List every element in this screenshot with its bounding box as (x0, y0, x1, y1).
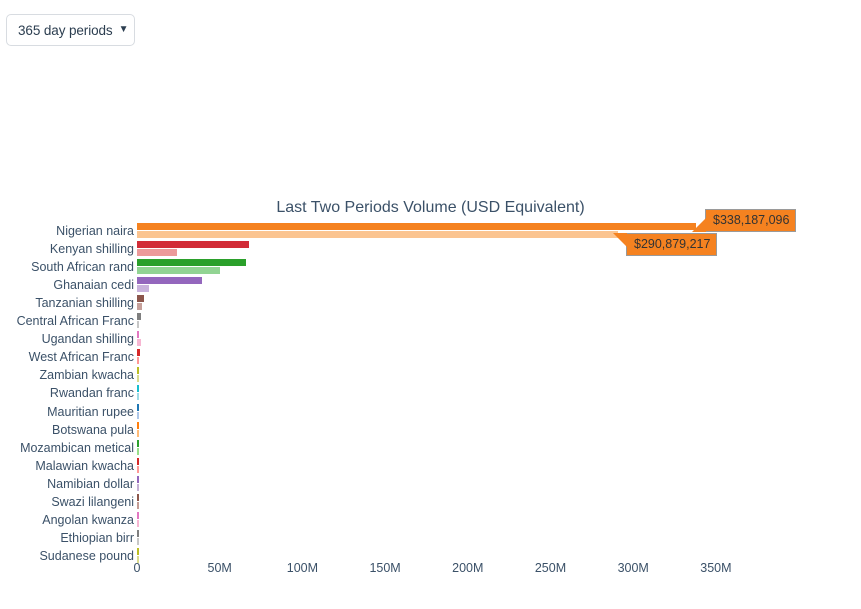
data-label-tooltip-secondary: $290,879,217 (612, 233, 718, 256)
chart-axis-tick-label: 150M (369, 561, 401, 575)
chart-bar-previous-period[interactable] (137, 475, 139, 483)
chart-bar-group[interactable] (137, 529, 749, 547)
chart-category-label: Botswana pula (51, 422, 134, 437)
chart-bar-latest-period[interactable] (137, 501, 139, 509)
chart-bar-previous-period[interactable] (137, 511, 139, 519)
chart-bar-latest-period[interactable] (137, 429, 139, 437)
chart-bar-group[interactable] (137, 276, 749, 294)
chart-bar-latest-period[interactable] (137, 303, 142, 311)
chart-axis-tick-label: 350M (700, 561, 732, 575)
chart-value-axis: 0 50M 100M 150M 200M 250M 300M 350M (0, 561, 861, 581)
chart-bar-latest-period[interactable] (137, 465, 139, 473)
chart-bar-group[interactable] (137, 493, 749, 511)
chart-category-label: Namibian dollar (47, 476, 134, 491)
tooltip-value: $290,879,217 (634, 237, 711, 251)
chart-bar-latest-period[interactable] (137, 249, 177, 257)
chart-category-label: Rwandan franc (49, 386, 134, 401)
chart-category-label: Mozambican metical (20, 440, 134, 455)
chart-bar-latest-period[interactable] (137, 231, 619, 238)
chart-bar-group[interactable] (137, 403, 749, 421)
tooltip-tail (613, 233, 627, 247)
chart-category-label: Mauritian rupee (47, 404, 134, 419)
chart-bar-group[interactable] (137, 312, 749, 330)
chart-bar-group[interactable] (137, 421, 749, 439)
chart-category-label: Nigerian naira (56, 224, 134, 238)
chart-axis-tick-label: 300M (617, 561, 649, 575)
chart-category-axis: Nigerian naira Kenyan shilling South Afric… (0, 222, 134, 565)
chart-bar-group[interactable] (137, 457, 749, 475)
chart-axis-tick-label: 0 (133, 561, 141, 575)
chart-bar-previous-period[interactable] (137, 349, 141, 357)
chart-bar-previous-period[interactable] (137, 403, 139, 411)
chart-bar-latest-period[interactable] (137, 357, 139, 365)
data-label-tooltip-primary: $338,187,096 (691, 209, 797, 232)
chart-bar-latest-period[interactable] (137, 483, 139, 491)
chart-bar-latest-period[interactable] (137, 537, 139, 545)
chart-bar-group[interactable] (137, 439, 749, 457)
chart-bar-previous-period[interactable] (137, 331, 140, 339)
chart-bar-latest-period[interactable] (137, 411, 139, 419)
chart-category-label: Malawian kwacha (35, 458, 134, 473)
chart-category-label: Angolan kwanza (42, 512, 134, 527)
chart-category-label: Ethiopian birr (60, 530, 134, 545)
chart-bar-previous-period[interactable] (137, 277, 202, 285)
chart-bar-group[interactable] (137, 475, 749, 493)
chart-category-label: Swazi lilangeni (51, 494, 134, 509)
chart-bar-latest-period[interactable] (137, 339, 141, 347)
chart-bar-group[interactable] (137, 511, 749, 529)
chart-bar-previous-period[interactable] (137, 439, 139, 447)
chart-bar-previous-period[interactable] (137, 547, 139, 555)
chart-bar-latest-period[interactable] (137, 375, 139, 383)
chart-category-label: West African Franc (28, 350, 134, 365)
chart-bar-group[interactable] (137, 348, 749, 366)
chart-category-label: Ugandan shilling (41, 332, 134, 347)
chart-category-label: Tanzanian shilling (35, 296, 134, 311)
chart-bar-previous-period[interactable] (137, 529, 139, 537)
chart-axis-tick-label: 100M (286, 561, 319, 575)
chart-bar-latest-period[interactable] (137, 267, 220, 275)
chart-bar-previous-period[interactable] (137, 457, 139, 465)
chart-bar-previous-period[interactable] (137, 313, 142, 321)
chart-bar-latest-period[interactable] (137, 321, 139, 329)
chart-bar-latest-period[interactable] (137, 519, 139, 527)
chart-axis-tick-label: 200M (452, 561, 484, 575)
volume-bar-chart: Last Two Periods Volume (USD Equivalent)… (0, 0, 861, 609)
chart-axis-tick-label: 50M (207, 561, 232, 575)
chart-plot-area (137, 222, 749, 563)
chart-axis-tick-label: 250M (534, 561, 567, 575)
chart-bar-latest-period[interactable] (137, 447, 139, 455)
chart-bar-group[interactable] (137, 258, 749, 276)
chart-bar-group[interactable] (137, 294, 749, 312)
chart-bar-previous-period[interactable] (137, 385, 139, 393)
tooltip-value: $338,187,096 (713, 213, 790, 227)
chart-bar-previous-period[interactable] (137, 295, 144, 303)
chart-category-label: Zambian kwacha (39, 368, 135, 383)
chart-bar-latest-period[interactable] (137, 285, 149, 293)
chart-category-label: Central African Franc (16, 314, 134, 329)
chart-category-label: Kenyan shilling (49, 242, 134, 257)
chart-category-label: South African rand (31, 260, 134, 275)
chart-bar-previous-period[interactable] (137, 493, 139, 501)
chart-bar-group[interactable] (137, 366, 749, 384)
chart-bar-group[interactable] (137, 384, 749, 402)
chart-bar-group[interactable] (137, 330, 749, 348)
chart-bar-latest-period[interactable] (137, 393, 139, 401)
chart-bar-previous-period[interactable] (137, 241, 250, 249)
chart-category-label: Ghanaian cedi (53, 278, 134, 293)
chart-bar-previous-period[interactable] (137, 367, 139, 375)
chart-bar-previous-period[interactable] (137, 421, 139, 429)
tooltip-tail (692, 218, 706, 232)
chart-bar-previous-period[interactable] (137, 223, 697, 230)
chart-bar-previous-period[interactable] (137, 259, 247, 267)
